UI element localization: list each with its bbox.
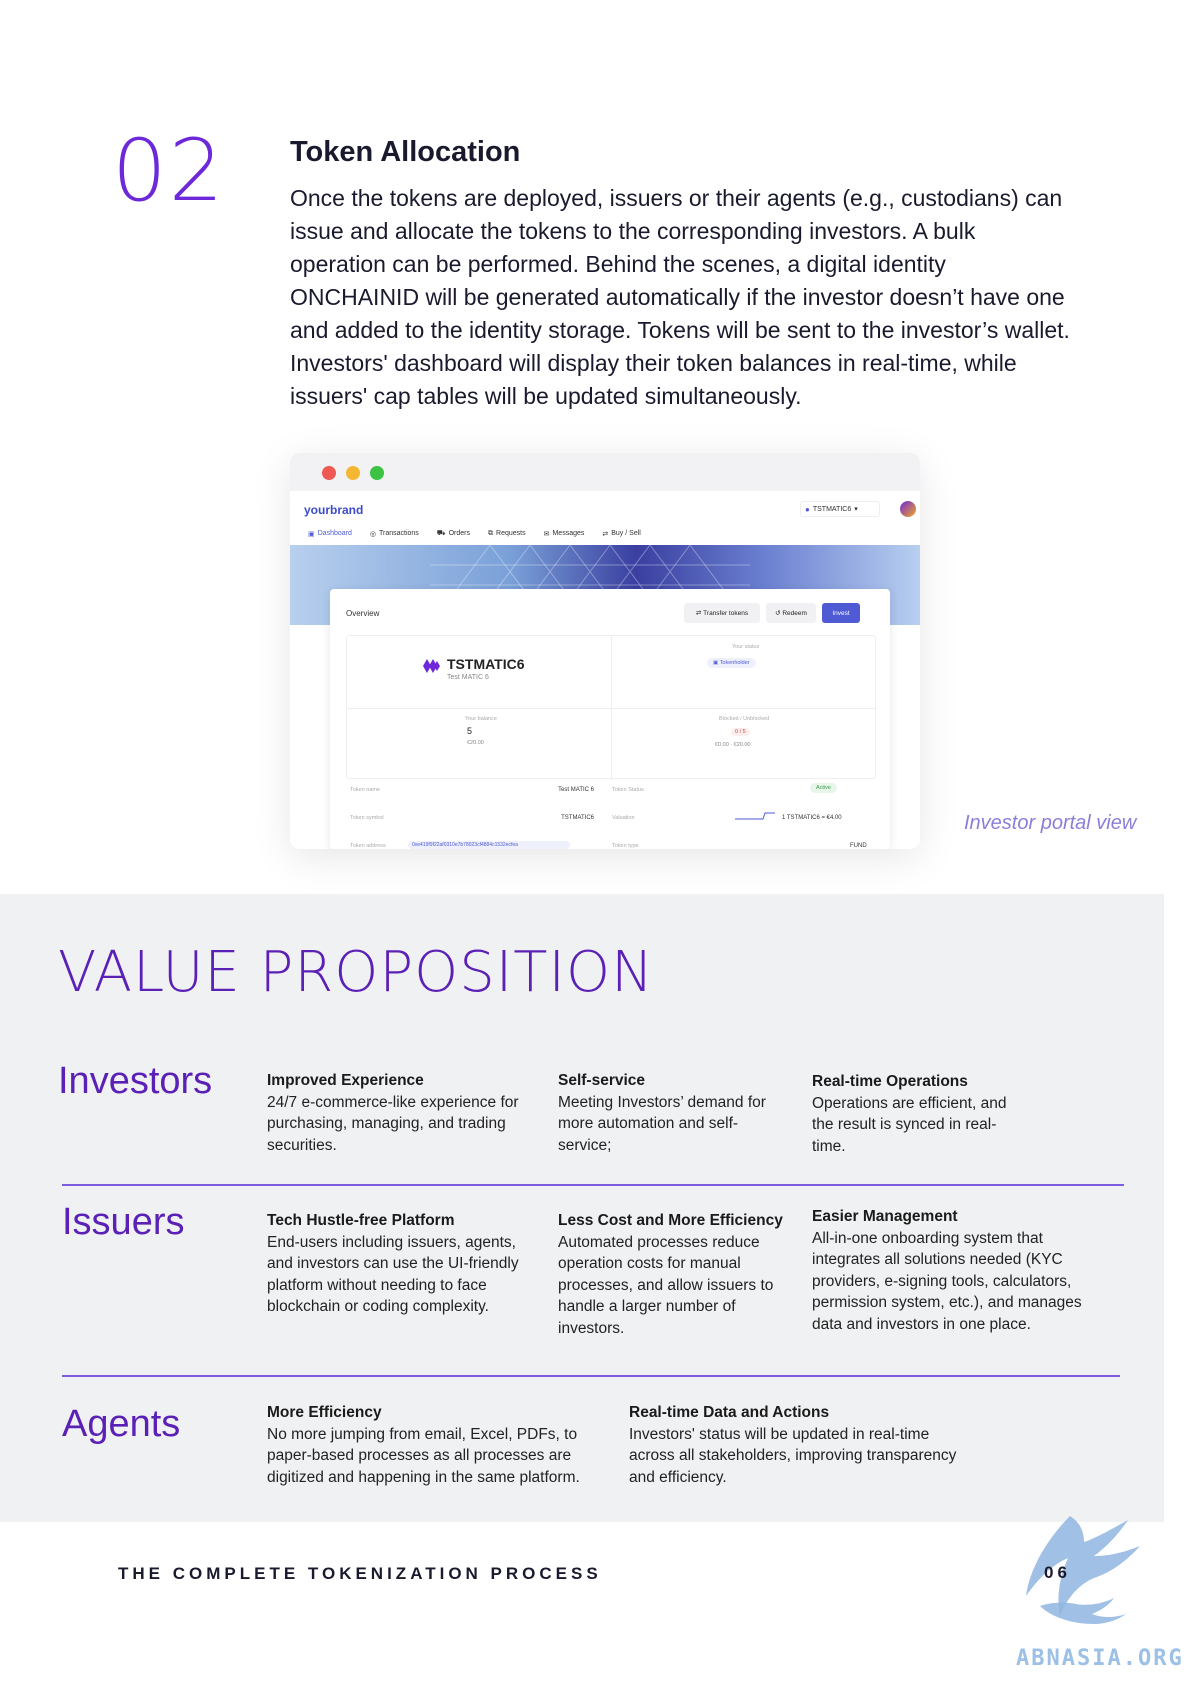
footer-label: THE COMPLETE TOKENIZATION PROCESS bbox=[118, 1564, 602, 1583]
nav-transactions[interactable]: ◎ Transactions bbox=[370, 529, 419, 538]
redeem-button[interactable]: ↺ Redeem bbox=[766, 603, 816, 623]
nav-orders[interactable]: ⛟ Orders bbox=[437, 529, 470, 538]
account-selector[interactable]: ● TSTMATIC6 ▾ bbox=[800, 501, 880, 517]
overview-title: Overview bbox=[346, 609, 380, 618]
brand-logo: yourbrand bbox=[304, 503, 364, 517]
token-logo-icon bbox=[423, 659, 440, 673]
phoenix-watermark-icon bbox=[1026, 1516, 1140, 1624]
detail-value: TSTMATIC6 bbox=[561, 815, 594, 821]
detail-label: Valuation bbox=[612, 815, 635, 821]
benefit-item: Self-service Meeting Investors’ demand fo… bbox=[558, 1072, 766, 1154]
benefit-item: Tech Hustle-free Platform End-users inclu… bbox=[267, 1212, 519, 1315]
invest-button[interactable]: Invest bbox=[822, 603, 860, 623]
section-divider bbox=[62, 1184, 1124, 1186]
benefit-item: Improved Experience 24/7 e-commerce-like … bbox=[267, 1072, 519, 1154]
role-heading-investors: Investors bbox=[58, 1060, 213, 1102]
nav-requests[interactable]: ⧉ Requests bbox=[488, 529, 526, 538]
value-proposition-title: VALUE PROPOSITION bbox=[58, 940, 654, 1005]
detail-label: Token address bbox=[350, 843, 386, 849]
section-title: Token Allocation bbox=[290, 136, 521, 168]
nav-buy-sell[interactable]: ⇄ Buy / Sell bbox=[602, 529, 640, 538]
detail-label: Token type bbox=[612, 843, 639, 849]
token-name-subtitle: Test MATIC 6 bbox=[447, 674, 489, 681]
main-nav: ▣ Dashboard ◎ Transactions ⛟ Orders ⧉ Re… bbox=[308, 529, 641, 538]
token-status-badge: Active bbox=[810, 783, 837, 793]
nav-messages[interactable]: ✉ Messages bbox=[544, 529, 585, 538]
your-status-label: Your status bbox=[732, 644, 760, 650]
role-heading-agents: Agents bbox=[62, 1403, 181, 1445]
close-dot-icon bbox=[322, 466, 336, 480]
valuation-sparkline-icon bbox=[735, 812, 775, 820]
balance-eur: €20.00 bbox=[467, 740, 484, 746]
blocked-values: 0 / 5 bbox=[731, 728, 750, 736]
section-divider bbox=[62, 1375, 1120, 1377]
detail-label: Token Status bbox=[612, 787, 644, 793]
token-summary-panel: TSTMATIC6 Test MATIC 6 Your status ▣ Tok… bbox=[346, 635, 877, 780]
blocked-label: Blocked / Unblocked bbox=[719, 716, 770, 722]
section-number: 02 bbox=[112, 121, 226, 221]
overview-card: Overview ⇄ Transfer tokens ↺ Redeem Inve… bbox=[330, 589, 890, 849]
browser-title-bar bbox=[290, 453, 920, 491]
maximize-dot-icon bbox=[370, 466, 384, 480]
transfer-tokens-button[interactable]: ⇄ Transfer tokens bbox=[684, 603, 760, 623]
panel-divider bbox=[347, 708, 877, 709]
detail-label: Token symbol bbox=[350, 815, 384, 821]
minimize-dot-icon bbox=[346, 466, 360, 480]
watermark-text: ABNASIA.ORG bbox=[1016, 1646, 1184, 1671]
status-badge: ▣ Tokenholder bbox=[707, 658, 756, 668]
page-number: 06 bbox=[1044, 1563, 1071, 1582]
nav-dashboard[interactable]: ▣ Dashboard bbox=[308, 529, 352, 538]
detail-label: Token name bbox=[350, 787, 380, 793]
avatar[interactable] bbox=[900, 501, 916, 517]
balance-value: 5 bbox=[467, 726, 473, 736]
detail-value: 1 TSTMATIC6 = €4.00 bbox=[782, 815, 842, 821]
blocked-eur: €0.00 · €20.00 bbox=[715, 742, 751, 748]
detail-value: FUND bbox=[850, 843, 867, 849]
token-symbol-heading: TSTMATIC6 bbox=[447, 656, 525, 672]
balance-label: Your balance bbox=[465, 716, 497, 722]
benefit-item: More Efficiency No more jumping from emai… bbox=[267, 1404, 580, 1486]
role-heading-issuers: Issuers bbox=[62, 1201, 185, 1243]
benefit-item: Easier Management All-in-one onboarding s… bbox=[812, 1208, 1082, 1333]
section-body: Once the tokens are deployed, issuers or… bbox=[290, 185, 1070, 409]
detail-value: Test MATIC 6 bbox=[558, 787, 594, 793]
benefit-item: Less Cost and More Efficiency Automated p… bbox=[558, 1212, 783, 1337]
benefit-item: Real-time Operations Operations are effic… bbox=[812, 1073, 1007, 1155]
figure-caption: Investor portal view bbox=[964, 812, 1137, 834]
investor-portal-mock: yourbrand ● TSTMATIC6 ▾ ▣ Dashboard ◎ Tran… bbox=[290, 453, 920, 849]
benefit-item: Real-time Data and Actions Investors' sta… bbox=[629, 1404, 957, 1486]
token-address-link[interactable]: 0xe419f9f22af0310e7b78023cf4884c1532ecfe… bbox=[408, 841, 570, 849]
